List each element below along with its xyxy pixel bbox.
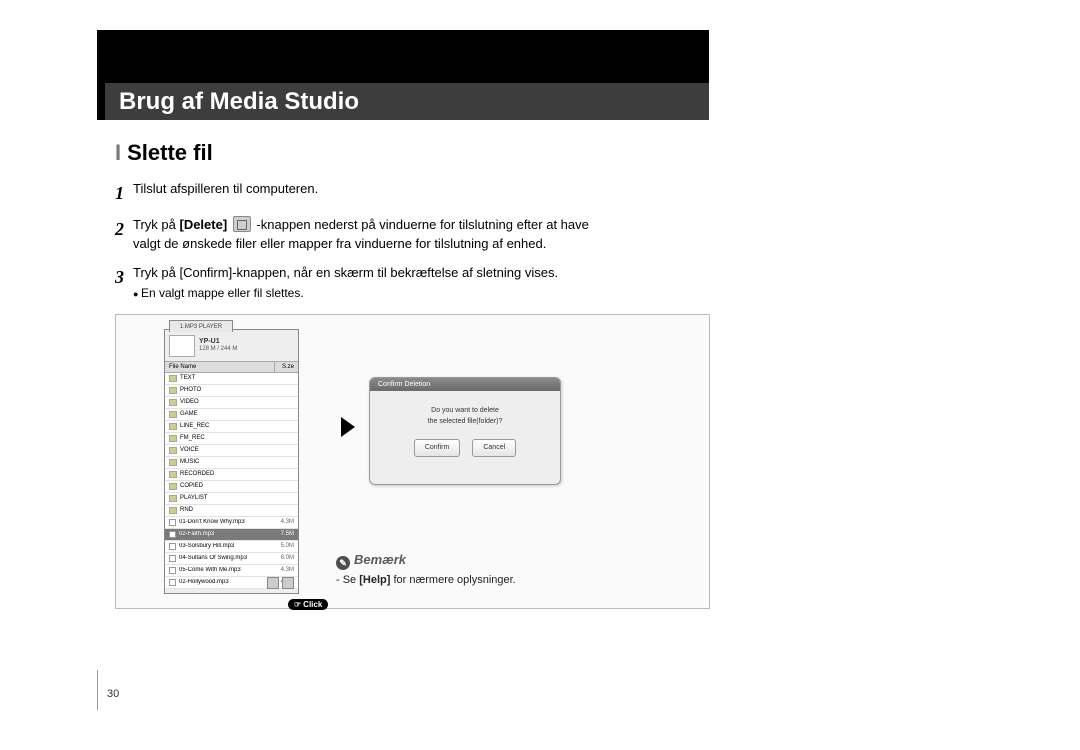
tool-icon[interactable] [267, 577, 279, 589]
step-1: 1 Tilslut afspilleren til computeren. [115, 180, 705, 206]
list-item[interactable]: GAME [165, 409, 298, 421]
folder-icon [169, 471, 177, 478]
dialog-line1: Do you want to delete [378, 405, 552, 416]
folder-icon [169, 447, 177, 454]
section-pipe: I [115, 140, 121, 165]
page-divider [97, 670, 98, 710]
folder-icon [169, 435, 177, 442]
confirm-dialog: Confirm Deletion Do you want to delete t… [369, 377, 561, 485]
delete-icon [233, 216, 251, 232]
folder-icon [169, 387, 177, 394]
header-title-bar: Brug af Media Studio [97, 83, 709, 120]
step-1-text: Tilslut afspilleren til computeren. [133, 180, 705, 206]
arrow-right-icon [341, 417, 355, 437]
file-icon [169, 555, 176, 562]
list-item[interactable]: LINE_REC [165, 421, 298, 433]
folder-icon [169, 375, 177, 382]
folder-icon [169, 411, 177, 418]
folder-icon [169, 507, 177, 514]
step-3: 3 Tryk på [Confirm]-knappen, når en skær… [115, 264, 705, 302]
step-2-post1: -knappen nederst på vinduerne for tilslu… [256, 217, 588, 232]
dialog-body: Do you want to delete the selected file(… [370, 391, 560, 465]
file-icon [169, 519, 176, 526]
step-2-post2: valgt de ønskede filer eller mapper fra … [133, 236, 546, 251]
file-icon [169, 579, 176, 586]
col-size: S.ze [274, 362, 298, 372]
player-tab: 1.MP3 PLAYER [169, 320, 233, 332]
list-item[interactable]: VOICE [165, 445, 298, 457]
page-number: 30 [107, 688, 119, 700]
step-2-delete-label: [Delete] [179, 217, 227, 232]
note-icon: ✎ [336, 556, 350, 570]
list-item[interactable]: 05-Come With Me.mp34.3M [165, 565, 298, 577]
col-filename: File Name [165, 362, 274, 372]
step-2: 2 Tryk på [Delete] -knappen nederst på v… [115, 216, 705, 254]
content-area: ISlette fil 1 Tilslut afspilleren til co… [115, 140, 705, 609]
note-text: - Se [Help] for nærmere oplysninger. [336, 574, 516, 586]
list-item[interactable]: COPIED [165, 481, 298, 493]
file-icon [169, 567, 176, 574]
list-item[interactable]: PHOTO [165, 385, 298, 397]
confirm-button[interactable]: Confirm [414, 439, 461, 456]
list-item[interactable]: FM_REC [165, 433, 298, 445]
step-2-text: Tryk på [Delete] -knappen nederst på vin… [133, 216, 705, 254]
device-info: YP-U1 128 M / 244 M [199, 338, 237, 354]
page-title: Brug af Media Studio [119, 88, 359, 116]
cancel-button[interactable]: Cancel [472, 439, 516, 456]
column-header: File Name S.ze [165, 362, 298, 373]
step-3-body: Tryk på [Confirm]-knappen, når en skærm … [133, 264, 705, 302]
list-item[interactable]: RECORDED [165, 469, 298, 481]
list-item[interactable]: 04-Sultans Of Swing.mp38.0M [165, 553, 298, 565]
list-item[interactable]: TEXT [165, 373, 298, 385]
folder-icon [169, 459, 177, 466]
player-panel: 1.MP3 PLAYER YP-U1 128 M / 244 M File Na… [164, 329, 299, 594]
section-title: Slette fil [127, 140, 213, 165]
step-3-text: Tryk på [Confirm]-knappen, når en skærm … [133, 265, 558, 280]
figure-box: 1.MP3 PLAYER YP-U1 128 M / 244 M File Na… [115, 314, 710, 609]
panel-bottom-icons [267, 577, 294, 589]
list-item[interactable]: VIDEO [165, 397, 298, 409]
click-badge: Click [288, 599, 328, 610]
folder-list: TEXT PHOTO VIDEO GAME LINE_REC FM_REC VO… [165, 373, 298, 517]
file-icon [169, 531, 176, 538]
step-3-number: 3 [115, 264, 133, 302]
delete-tool-icon[interactable] [282, 577, 294, 589]
device-capacity: 128 M / 244 M [199, 346, 237, 352]
list-item[interactable]: RND [165, 505, 298, 517]
list-item[interactable]: PLAYLIST [165, 493, 298, 505]
list-item-selected[interactable]: 02-Faith.mp37.5M [165, 529, 298, 541]
section-title-row: ISlette fil [115, 140, 705, 166]
dialog-buttons: Confirm Cancel [378, 439, 552, 456]
list-item[interactable]: 03-Solsbury Hill.mp35.0M [165, 541, 298, 553]
list-item[interactable]: MUSIC [165, 457, 298, 469]
step-2-number: 2 [115, 216, 133, 254]
device-icon [169, 335, 195, 357]
folder-icon [169, 495, 177, 502]
device-model: YP-U1 [199, 338, 220, 345]
dialog-title: Confirm Deletion [370, 378, 560, 391]
list-item[interactable]: 01-Don't Know Why.mp34.3M [165, 517, 298, 529]
dialog-line2: the selected file(folder)? [378, 416, 552, 427]
step-1-number: 1 [115, 180, 133, 206]
note-label: ✎Bemærk [336, 552, 516, 570]
step-3-bullet: En valgt mappe eller fil slettes. [133, 285, 705, 302]
folder-icon [169, 399, 177, 406]
note-block: ✎Bemærk - Se [Help] for nærmere oplysnin… [336, 552, 516, 586]
folder-icon [169, 423, 177, 430]
player-header: YP-U1 128 M / 244 M [165, 330, 298, 362]
file-icon [169, 543, 176, 550]
folder-icon [169, 483, 177, 490]
step-2-pre: Tryk på [133, 217, 179, 232]
